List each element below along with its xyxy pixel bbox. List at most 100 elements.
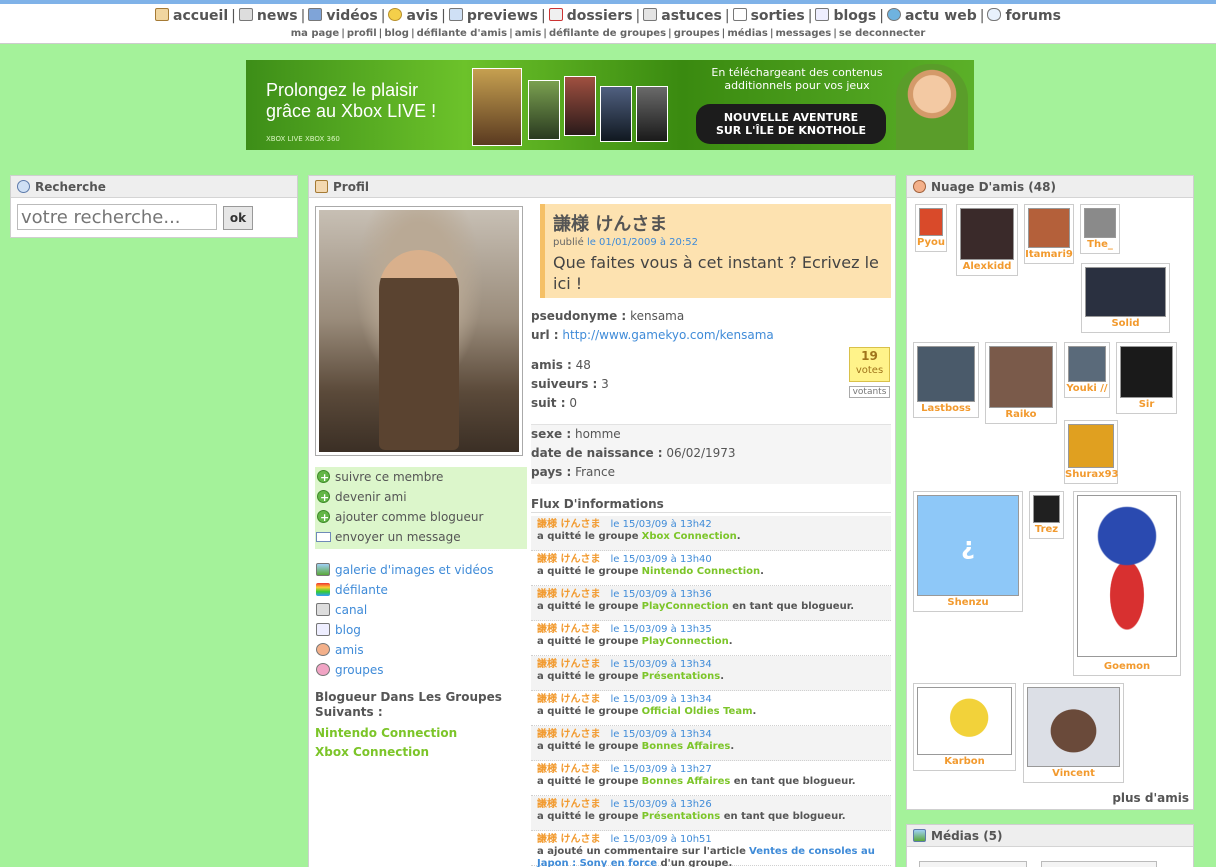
friend-youki[interactable]: Youki // bbox=[1064, 342, 1110, 398]
feed-entry: 謙様 けんさま le 15/03/09 à 13h34 a quitté le gr… bbox=[531, 656, 891, 691]
plus-icon bbox=[317, 468, 330, 488]
friend-trez[interactable]: Trez bbox=[1029, 491, 1064, 539]
profile-url-link[interactable]: http://www.gamekyo.com/kensama bbox=[562, 328, 773, 342]
subnav-messages[interactable]: messages bbox=[775, 28, 831, 39]
folder-icon bbox=[548, 8, 563, 21]
friend-karbon[interactable]: Karbon bbox=[913, 683, 1016, 771]
gallery-icon bbox=[913, 829, 926, 842]
main-nav: accueil | news | vidéos | avis | previews | dossie… bbox=[0, 8, 1216, 24]
group-link-nintendo-connection[interactable]: Nintendo Connection bbox=[315, 726, 457, 740]
feed-entry: 謙様 けんさま le 15/03/09 à 13h36 a quitté le gr… bbox=[531, 586, 891, 621]
nav-blogs[interactable]: blogs bbox=[815, 8, 876, 24]
rainbow-icon bbox=[316, 583, 330, 596]
nav-actu-web[interactable]: actu web bbox=[886, 8, 977, 24]
subnav-defilante-amis[interactable]: défilante d'amis bbox=[417, 28, 507, 39]
feed-entry: 謙様 けんさま le 15/03/09 à 13h34 a quitté le gr… bbox=[531, 691, 891, 726]
profile-actions: suivre ce membre devenir ami ajouter com… bbox=[315, 467, 527, 549]
friend-shenzu[interactable]: ¿ Shenzu bbox=[913, 491, 1023, 612]
votants-button[interactable]: votants bbox=[849, 386, 890, 398]
search-panel-header: Recherche bbox=[11, 176, 297, 198]
avatar-image bbox=[319, 210, 519, 452]
feed-entry: 謙様 けんさま le 15/03/09 à 13h35 a quitté le gr… bbox=[531, 621, 891, 656]
subnav-blog[interactable]: blog bbox=[384, 28, 409, 39]
friend-avatar bbox=[1068, 424, 1114, 468]
medias-panel-header: Médias (5) bbox=[907, 825, 1193, 847]
link-blog[interactable]: blog bbox=[315, 620, 527, 640]
nav-dossiers[interactable]: dossiers bbox=[548, 8, 633, 24]
subnav-groupes[interactable]: groupes bbox=[674, 28, 720, 39]
feed-entry: 謙様 けんさま le 15/03/09 à 13h27 a quitté le gr… bbox=[531, 761, 891, 796]
plus-icon bbox=[317, 508, 330, 528]
friend-lastboss[interactable]: Lastboss bbox=[913, 342, 979, 418]
friend-avatar bbox=[919, 208, 943, 236]
subnav-ma-page[interactable]: ma page bbox=[291, 28, 340, 39]
friend-avatar bbox=[989, 346, 1053, 408]
friend-shurax93[interactable]: Shurax93 bbox=[1064, 420, 1119, 484]
link-amis[interactable]: amis bbox=[315, 640, 527, 660]
link-gallery[interactable]: galerie d'images et vidéos bbox=[315, 560, 527, 580]
sexe-row: sexe : homme bbox=[531, 427, 621, 441]
friend-vincent[interactable]: Vincent bbox=[1023, 683, 1124, 783]
profile-links: galerie d'images et vidéos défilante can… bbox=[315, 560, 527, 680]
friend-alexkidd[interactable]: Alexkidd bbox=[956, 204, 1018, 276]
friend-itamari9[interactable]: Itamari9 bbox=[1024, 204, 1074, 264]
game-cover bbox=[600, 86, 632, 142]
game-cover bbox=[564, 76, 596, 136]
search-input[interactable] bbox=[17, 204, 217, 230]
tv-icon bbox=[316, 603, 330, 616]
nav-accueil[interactable]: accueil bbox=[155, 8, 228, 24]
status-text[interactable]: Que faites vous à cet instant ? Ecrivez … bbox=[553, 252, 883, 294]
link-canal[interactable]: canal bbox=[315, 600, 527, 620]
profile-details: sexe : homme date de naissance : 06/02/1… bbox=[531, 424, 891, 484]
game-covers bbox=[472, 66, 692, 146]
friends-cloud-panel: Nuage D'amis (48) Pyou Alexkidd Itamari9… bbox=[906, 175, 1194, 810]
subnav-defilante-groupes[interactable]: défilante de groupes bbox=[549, 28, 666, 39]
friend-sir[interactable]: Sir bbox=[1116, 342, 1177, 414]
media-thumbnail[interactable] bbox=[919, 861, 1027, 867]
media-thumbnail[interactable] bbox=[1041, 861, 1157, 867]
subnav-se-deconnecter[interactable]: se deconnecter bbox=[839, 28, 925, 39]
friend-goemon[interactable]: Goemon bbox=[1073, 491, 1181, 676]
banner-cta[interactable]: NOUVELLE AVENTURE SUR L'ÎLE DE KNOTHOLE bbox=[696, 104, 886, 144]
friend-avatar bbox=[1033, 495, 1060, 523]
link-defilante[interactable]: défilante bbox=[315, 580, 527, 600]
friend-raiko[interactable]: Raiko bbox=[985, 342, 1057, 424]
send-message-action[interactable]: envoyer un message bbox=[315, 527, 527, 547]
become-friend-action[interactable]: devenir ami bbox=[315, 487, 527, 508]
more-friends-link[interactable]: plus d'amis bbox=[1112, 791, 1189, 805]
friend-avatar bbox=[917, 346, 975, 402]
amis-row: amis : 48 bbox=[531, 358, 591, 372]
nav-videos[interactable]: vidéos bbox=[308, 8, 378, 24]
profile-panel-header: Profil bbox=[309, 176, 895, 198]
subnav-profil[interactable]: profil bbox=[347, 28, 377, 39]
activity-feed: 謙様 けんさま le 15/03/09 à 13h42 a quitté le gr… bbox=[531, 516, 891, 867]
nav-astuces[interactable]: astuces bbox=[643, 8, 722, 24]
game-cover bbox=[472, 68, 522, 146]
nav-previews[interactable]: previews bbox=[448, 8, 538, 24]
nav-forums[interactable]: forums bbox=[987, 8, 1061, 24]
subnav-amis[interactable]: amis bbox=[515, 28, 542, 39]
profile-name: 謙様 けんさま bbox=[553, 214, 668, 235]
friend-the[interactable]: The_ bbox=[1080, 204, 1120, 254]
gallery-icon bbox=[316, 563, 330, 576]
feed-entry: 謙様 けんさま le 15/03/09 à 13h40 a quitté le gr… bbox=[531, 551, 891, 586]
xbox-live-banner-ad[interactable]: Prolongez le plaisir grâce au Xbox LIVE … bbox=[246, 60, 974, 150]
friend-pyou[interactable]: Pyou bbox=[915, 204, 947, 252]
search-submit-button[interactable]: ok bbox=[223, 206, 253, 230]
subnav-medias[interactable]: médias bbox=[727, 28, 768, 39]
home-icon bbox=[155, 8, 170, 21]
nav-sorties[interactable]: sorties bbox=[732, 8, 805, 24]
top-navigation-bar: accueil | news | vidéos | avis | previews | dossie… bbox=[0, 0, 1216, 44]
game-cover bbox=[528, 80, 560, 140]
profile-photo[interactable] bbox=[315, 206, 523, 456]
votes-badge[interactable]: 19 votes bbox=[849, 347, 890, 382]
nav-avis[interactable]: avis bbox=[388, 8, 438, 24]
link-groupes[interactable]: groupes bbox=[315, 660, 527, 680]
group-link-xbox-connection[interactable]: Xbox Connection bbox=[315, 745, 429, 759]
friend-avatar bbox=[1068, 346, 1106, 382]
follow-member-action[interactable]: suivre ce membre bbox=[315, 467, 527, 488]
nav-news[interactable]: news bbox=[238, 8, 298, 24]
friend-solid[interactable]: Solid bbox=[1081, 263, 1170, 333]
friend-avatar bbox=[1085, 267, 1166, 317]
add-blogger-action[interactable]: ajouter comme blogueur bbox=[315, 507, 527, 528]
